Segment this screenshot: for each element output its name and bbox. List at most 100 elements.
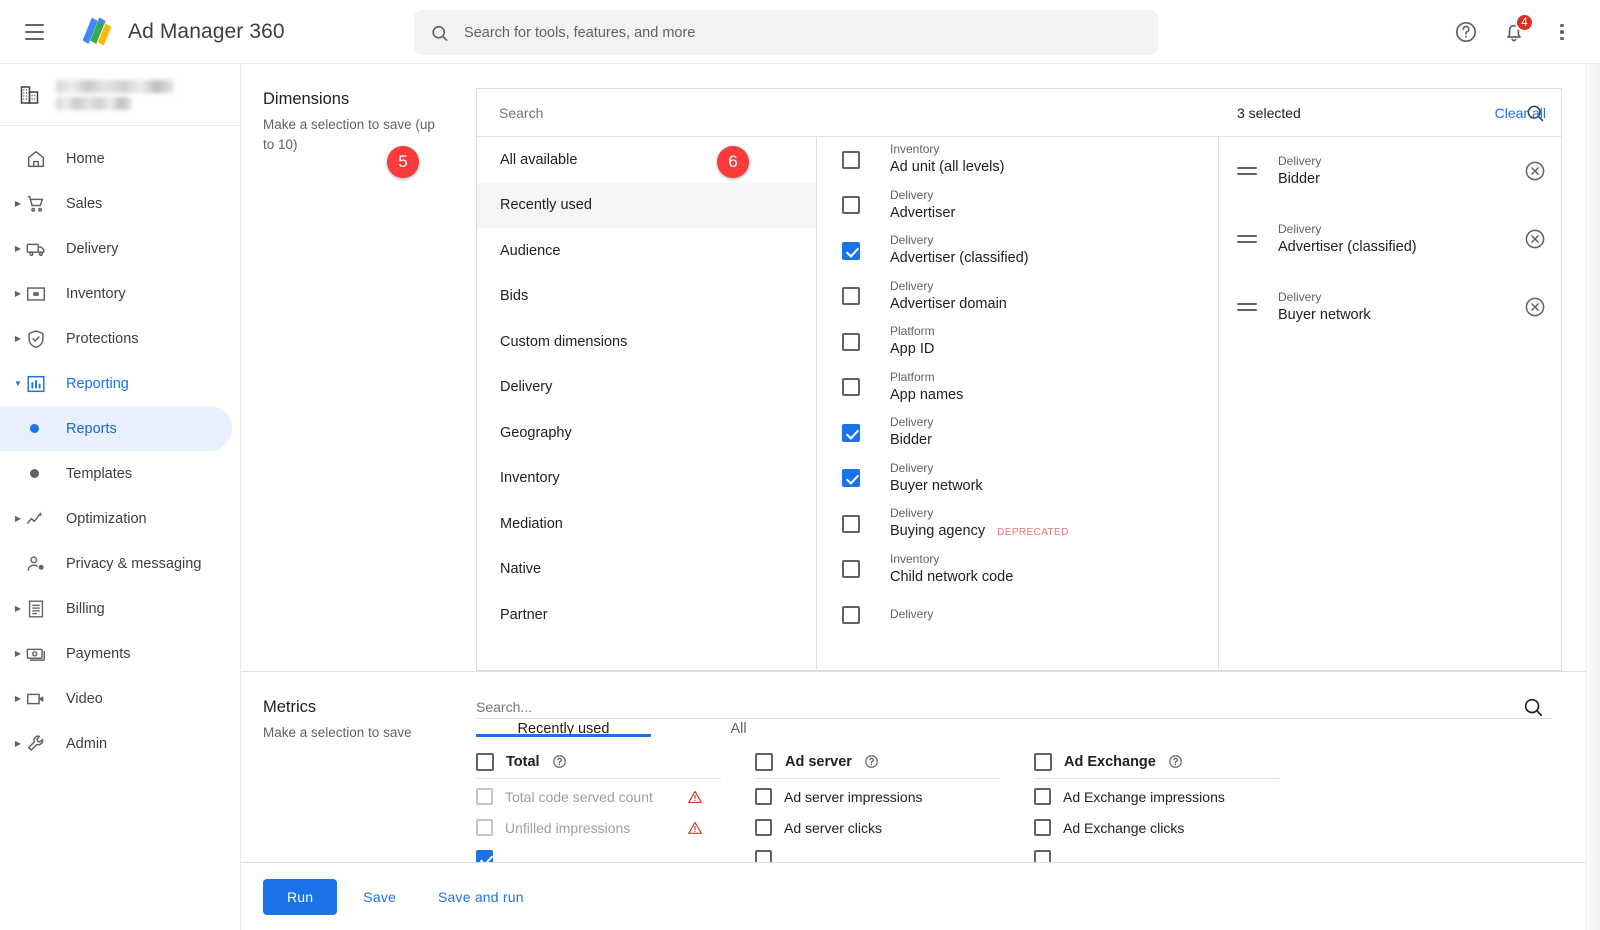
- sidebar-item-templates[interactable]: Templates: [0, 451, 232, 496]
- hamburger-menu-icon[interactable]: [10, 8, 58, 56]
- dimension-checkbox[interactable]: [842, 196, 860, 215]
- app-brand[interactable]: Ad Manager 360: [80, 15, 285, 49]
- drag-handle-icon[interactable]: [1237, 303, 1261, 311]
- drag-handle-icon[interactable]: [1237, 167, 1261, 175]
- dimension-option-row[interactable]: Delivery Bidder: [817, 410, 1218, 456]
- category-item-custom-dimensions[interactable]: Custom dimensions: [477, 319, 816, 365]
- remove-circle-icon[interactable]: [1523, 159, 1547, 183]
- category-item-mediation[interactable]: Mediation: [477, 501, 816, 547]
- metrics-item[interactable]: Ad Exchange clicks: [1034, 814, 1279, 841]
- dimension-checkbox[interactable]: [842, 287, 860, 306]
- metrics-item-checkbox[interactable]: [1034, 850, 1051, 862]
- metrics-item-checkbox[interactable]: [476, 850, 493, 862]
- run-button[interactable]: Run: [263, 878, 338, 915]
- dimension-checkbox[interactable]: [842, 469, 860, 488]
- dimension-option-row[interactable]: Delivery Advertiser: [817, 183, 1218, 229]
- metrics-group-header[interactable]: Total: [476, 745, 721, 779]
- help-button[interactable]: [1444, 10, 1488, 54]
- drag-handle-icon[interactable]: [1237, 235, 1261, 243]
- metrics-item-checkbox[interactable]: [755, 850, 772, 862]
- metrics-item[interactable]: Ad server clicks: [755, 814, 1000, 841]
- metrics-item-partial[interactable]: [1034, 845, 1279, 862]
- metrics-item-checkbox[interactable]: [755, 788, 772, 805]
- dimension-checkbox[interactable]: [842, 332, 860, 351]
- sidebar-item-protections[interactable]: ▶ Protections: [0, 316, 232, 361]
- metrics-group-checkbox[interactable]: [1034, 752, 1052, 771]
- metrics-item[interactable]: Ad Exchange impressions: [1034, 783, 1279, 810]
- metrics-item-checkbox[interactable]: [755, 819, 772, 836]
- sidebar-item-delivery[interactable]: ▶ Delivery: [0, 226, 232, 271]
- metrics-item-checkbox[interactable]: [476, 788, 493, 805]
- dimension-checkbox[interactable]: [842, 514, 860, 533]
- metrics-item[interactable]: Unfilled impressions: [476, 814, 721, 841]
- category-item-inventory[interactable]: Inventory: [477, 456, 816, 502]
- sidebar-item-optimization[interactable]: ▶ Optimization: [0, 496, 232, 541]
- metrics-item[interactable]: Ad server impressions: [755, 783, 1000, 810]
- dimension-option-row-partial[interactable]: Delivery: [817, 592, 1218, 638]
- metrics-group-header[interactable]: Ad server: [755, 745, 1000, 779]
- clear-all-button[interactable]: Clear all: [1495, 105, 1546, 121]
- more-options-button[interactable]: [1540, 10, 1584, 54]
- sidebar-item-admin[interactable]: ▶ Admin: [0, 721, 232, 766]
- dimension-option-row[interactable]: Inventory Child network code: [817, 547, 1218, 593]
- metrics-item-checkbox[interactable]: [1034, 788, 1051, 805]
- sidebar-item-sales[interactable]: ▶ Sales: [0, 181, 232, 226]
- metrics-item-partial[interactable]: [476, 845, 721, 862]
- dimension-checkbox[interactable]: [842, 150, 860, 169]
- tab-recently-used[interactable]: Recently used: [476, 721, 651, 737]
- vertical-scrollbar[interactable]: [1586, 64, 1600, 930]
- selected-dimension-row[interactable]: Delivery Advertiser (classified): [1219, 205, 1561, 273]
- metrics-group-header[interactable]: Ad Exchange: [1034, 745, 1279, 779]
- sidebar-item-video[interactable]: ▶ Video: [0, 676, 232, 721]
- selected-dimension-row[interactable]: Delivery Buyer network: [1219, 273, 1561, 341]
- dimension-checkbox[interactable]: [842, 560, 860, 579]
- metrics-item-checkbox[interactable]: [1034, 819, 1051, 836]
- metrics-item[interactable]: Total code served count: [476, 783, 721, 810]
- category-item-partner[interactable]: Partner: [477, 592, 816, 638]
- account-selector[interactable]: [0, 64, 240, 126]
- dimension-option-row[interactable]: Delivery Buyer network: [817, 456, 1218, 502]
- category-item-recently-used[interactable]: Recently used: [477, 182, 816, 228]
- sidebar-item-reporting[interactable]: ▼ Reporting: [0, 361, 232, 406]
- dimension-option-row[interactable]: Platform App names: [817, 365, 1218, 411]
- category-item-all-available[interactable]: All available: [477, 137, 816, 183]
- sidebar-item-payments[interactable]: ▶ Payments: [0, 631, 232, 676]
- warning-triangle-icon[interactable]: [687, 789, 703, 805]
- metrics-search-input[interactable]: [476, 699, 1512, 715]
- sidebar-item-privacy-messaging[interactable]: Privacy & messaging: [0, 541, 232, 586]
- metrics-group-checkbox[interactable]: [476, 752, 494, 771]
- sidebar-item-reports[interactable]: Reports: [0, 406, 232, 451]
- dimension-checkbox[interactable]: [842, 605, 860, 624]
- save-and-run-button[interactable]: Save and run: [422, 879, 540, 915]
- category-item-delivery[interactable]: Delivery: [477, 365, 816, 411]
- remove-circle-icon[interactable]: [1523, 227, 1547, 251]
- search-input[interactable]: [464, 24, 1142, 41]
- search-icon[interactable]: [1522, 696, 1544, 718]
- dimension-option-row[interactable]: Delivery Advertiser (classified): [817, 228, 1218, 274]
- metrics-search-bar[interactable]: [476, 696, 1552, 719]
- notifications-button[interactable]: 4: [1492, 10, 1536, 54]
- dimension-option-row[interactable]: Inventory Ad unit (all levels): [817, 137, 1218, 183]
- sidebar-item-home[interactable]: Home: [0, 136, 232, 181]
- save-button[interactable]: Save: [347, 879, 412, 915]
- remove-circle-icon[interactable]: [1523, 295, 1547, 319]
- category-item-bids[interactable]: Bids: [477, 274, 816, 320]
- metrics-item-checkbox[interactable]: [476, 819, 493, 836]
- metrics-group-checkbox[interactable]: [755, 752, 773, 771]
- help-circle-icon[interactable]: [1168, 754, 1183, 769]
- tab-all[interactable]: All: [651, 721, 826, 737]
- dimension-checkbox[interactable]: [842, 423, 860, 442]
- dimension-option-row[interactable]: Platform App ID: [817, 319, 1218, 365]
- dimension-checkbox[interactable]: [842, 378, 860, 397]
- dimension-option-row[interactable]: Delivery Advertiser domain: [817, 274, 1218, 320]
- warning-triangle-icon[interactable]: [687, 820, 703, 836]
- category-item-native[interactable]: Native: [477, 547, 816, 593]
- category-item-audience[interactable]: Audience: [477, 228, 816, 274]
- selected-dimension-row[interactable]: Delivery Bidder: [1219, 137, 1561, 205]
- category-item-geography[interactable]: Geography: [477, 410, 816, 456]
- sidebar-item-inventory[interactable]: ▶ Inventory: [0, 271, 232, 316]
- dimension-option-row[interactable]: Delivery Buying agency DEPRECATED: [817, 501, 1218, 547]
- dimension-checkbox[interactable]: [842, 241, 860, 260]
- metrics-item-partial[interactable]: [755, 845, 1000, 862]
- help-circle-icon[interactable]: [552, 754, 567, 769]
